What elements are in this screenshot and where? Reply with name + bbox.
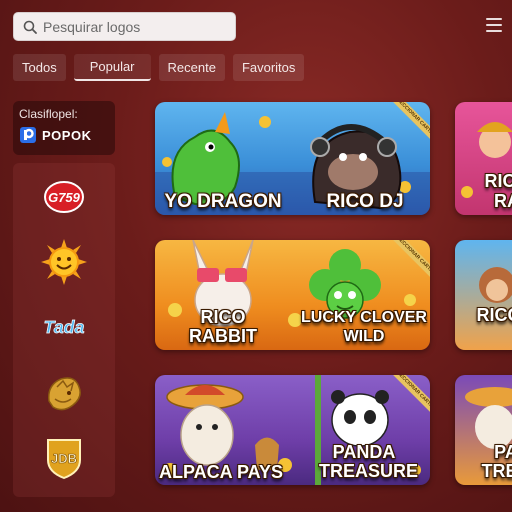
svg-text:G759: G759 — [48, 190, 81, 205]
selected-provider-card[interactable]: Clasiflopel: POPOK — [13, 101, 115, 155]
game-title-yo-dragon: YO DRAGON — [164, 191, 282, 212]
game-title-rico-ra: RICO RA — [484, 171, 512, 211]
popok-name: POPOK — [42, 127, 92, 143]
game-title-alpaca-pays: ALPACA PAYS — [158, 462, 284, 482]
g759-icon: G759 — [44, 181, 84, 213]
popok-icon — [20, 127, 36, 143]
tada-icon: Tada — [43, 317, 85, 338]
game-card-rico-ra[interactable]: RICO RA — [455, 102, 512, 215]
category-tabs: Todos Popular Recente Favoritos — [13, 54, 305, 81]
search-bar[interactable] — [13, 12, 236, 41]
tab-favoritos[interactable]: Favoritos — [232, 54, 305, 81]
hamburger-menu-icon[interactable] — [486, 18, 502, 32]
tab-popular[interactable]: Popular — [73, 54, 151, 81]
search-input[interactable] — [43, 18, 223, 35]
tab-todos[interactable]: Todos — [13, 54, 66, 81]
game-title-rico-rabbit: RICO RABBIT — [189, 307, 257, 346]
game-card-pa-trea[interactable]: PA TREA — [455, 375, 512, 485]
svg-text:Tada: Tada — [44, 317, 85, 337]
game-title-rico: RICO — [476, 305, 512, 325]
svg-text:JDB: JDB — [51, 451, 77, 466]
game-title-rico-dj: RICO DJ — [326, 191, 404, 212]
provider-list: G759 Tada JDB — [13, 163, 115, 497]
popok-logo: POPOK — [19, 126, 109, 144]
tab-recente[interactable]: Recente — [158, 54, 225, 81]
provider-sun-logo[interactable] — [39, 239, 89, 285]
provider-label: Clasiflopel: — [19, 107, 78, 121]
game-title-pa-trea: PA TREA — [481, 442, 512, 481]
game-card-rico[interactable]: RICO — [455, 240, 512, 350]
game-card-yo-dragon-rico-dj[interactable]: COLECCIONAR CARTA YO DRAGON RICO DJ — [155, 102, 430, 215]
sun-icon — [41, 239, 87, 285]
jdb-shield-icon: JDB — [47, 439, 81, 480]
golden-dragon-icon — [48, 377, 81, 411]
game-title-lucky-clover-wild: LUCKY CLOVER WILD — [301, 309, 427, 345]
provider-dragon-logo[interactable] — [39, 372, 89, 416]
game-art-rico — [479, 267, 512, 303]
provider-jdb-logo[interactable]: JDB — [39, 436, 89, 480]
search-icon — [23, 20, 37, 34]
game-title-panda-treasure: PANDA TREASURE — [319, 442, 419, 481]
provider-g759-logo[interactable]: G759 — [39, 175, 89, 219]
game-card-alpaca-panda[interactable]: COLECCIONAR CARTA ALPACA PAYS PANDA TREA… — [155, 375, 430, 485]
provider-tada-logo[interactable]: Tada — [39, 305, 89, 349]
game-card-rico-rabbit-lucky-clover[interactable]: COLECCIONAR CARTA RICO RABBIT LUCKY CLOV… — [155, 240, 430, 350]
